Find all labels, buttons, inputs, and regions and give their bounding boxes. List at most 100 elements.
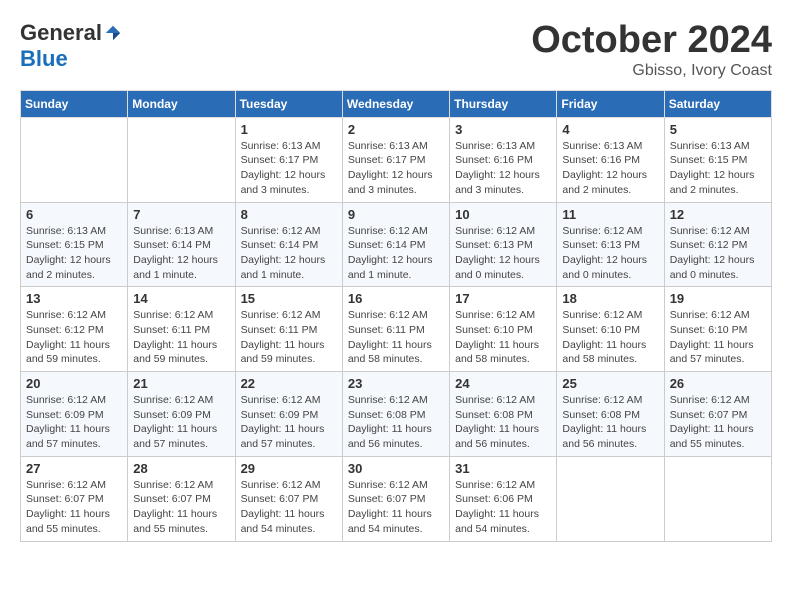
day-detail: Sunrise: 6:12 AM Sunset: 6:07 PM Dayligh… bbox=[26, 478, 122, 537]
weekday-header-cell: Thursday bbox=[450, 90, 557, 117]
day-detail: Sunrise: 6:12 AM Sunset: 6:11 PM Dayligh… bbox=[133, 308, 229, 367]
day-number: 13 bbox=[26, 291, 122, 306]
day-detail: Sunrise: 6:13 AM Sunset: 6:17 PM Dayligh… bbox=[241, 139, 337, 198]
weekday-header-row: SundayMondayTuesdayWednesdayThursdayFrid… bbox=[21, 90, 772, 117]
calendar-day-cell: 11 Sunrise: 6:12 AM Sunset: 6:13 PM Dayli… bbox=[557, 202, 664, 287]
day-detail: Sunrise: 6:12 AM Sunset: 6:07 PM Dayligh… bbox=[241, 478, 337, 537]
day-detail: Sunrise: 6:13 AM Sunset: 6:16 PM Dayligh… bbox=[455, 139, 551, 198]
calendar-day-cell: 14 Sunrise: 6:12 AM Sunset: 6:11 PM Dayli… bbox=[128, 287, 235, 372]
calendar-day-cell: 4Sunrise: 6:13 AM Sunset: 6:16 PM Daylig… bbox=[557, 117, 664, 202]
day-number: 8 bbox=[241, 207, 337, 222]
day-detail: Sunrise: 6:12 AM Sunset: 6:12 PM Dayligh… bbox=[670, 224, 766, 283]
day-number: 2 bbox=[348, 122, 444, 137]
day-detail: Sunrise: 6:12 AM Sunset: 6:07 PM Dayligh… bbox=[348, 478, 444, 537]
day-detail: Sunrise: 6:12 AM Sunset: 6:09 PM Dayligh… bbox=[133, 393, 229, 452]
calendar-week-row: 13 Sunrise: 6:12 AM Sunset: 6:12 PM Dayli… bbox=[21, 287, 772, 372]
calendar-day-cell: 9 Sunrise: 6:12 AM Sunset: 6:14 PM Daylig… bbox=[342, 202, 449, 287]
day-number: 20 bbox=[26, 376, 122, 391]
calendar-week-row: 27Sunrise: 6:12 AM Sunset: 6:07 PM Dayli… bbox=[21, 456, 772, 541]
calendar-day-cell: 2 Sunrise: 6:13 AM Sunset: 6:17 PM Daylig… bbox=[342, 117, 449, 202]
day-number: 12 bbox=[670, 207, 766, 222]
day-number: 1 bbox=[241, 122, 337, 137]
day-number: 28 bbox=[133, 461, 229, 476]
calendar-day-cell: 20Sunrise: 6:12 AM Sunset: 6:09 PM Dayli… bbox=[21, 372, 128, 457]
day-number: 22 bbox=[241, 376, 337, 391]
calendar-day-cell: 17Sunrise: 6:12 AM Sunset: 6:10 PM Dayli… bbox=[450, 287, 557, 372]
calendar-day-cell: 3 Sunrise: 6:13 AM Sunset: 6:16 PM Daylig… bbox=[450, 117, 557, 202]
day-number: 3 bbox=[455, 122, 551, 137]
day-number: 6 bbox=[26, 207, 122, 222]
calendar-day-cell: 23Sunrise: 6:12 AM Sunset: 6:08 PM Dayli… bbox=[342, 372, 449, 457]
calendar-day-cell: 16Sunrise: 6:12 AM Sunset: 6:11 PM Dayli… bbox=[342, 287, 449, 372]
logo-icon bbox=[104, 24, 122, 42]
calendar-week-row: 6Sunrise: 6:13 AM Sunset: 6:15 PM Daylig… bbox=[21, 202, 772, 287]
calendar-day-cell: 12 Sunrise: 6:12 AM Sunset: 6:12 PM Dayli… bbox=[664, 202, 771, 287]
day-detail: Sunrise: 6:12 AM Sunset: 6:14 PM Dayligh… bbox=[241, 224, 337, 283]
day-detail: Sunrise: 6:12 AM Sunset: 6:10 PM Dayligh… bbox=[455, 308, 551, 367]
day-number: 10 bbox=[455, 207, 551, 222]
weekday-header-cell: Saturday bbox=[664, 90, 771, 117]
day-detail: Sunrise: 6:12 AM Sunset: 6:08 PM Dayligh… bbox=[562, 393, 658, 452]
day-number: 30 bbox=[348, 461, 444, 476]
logo-general-text: General bbox=[20, 20, 102, 46]
day-number: 11 bbox=[562, 207, 658, 222]
day-number: 14 bbox=[133, 291, 229, 306]
calendar-body: 1 Sunrise: 6:13 AM Sunset: 6:17 PM Daylig… bbox=[21, 117, 772, 541]
day-number: 18 bbox=[562, 291, 658, 306]
day-number: 16 bbox=[348, 291, 444, 306]
day-number: 5 bbox=[670, 122, 766, 137]
calendar-day-cell bbox=[128, 117, 235, 202]
day-detail: Sunrise: 6:12 AM Sunset: 6:14 PM Dayligh… bbox=[348, 224, 444, 283]
month-title: October 2024 bbox=[531, 20, 772, 62]
calendar-day-cell: 15 Sunrise: 6:12 AM Sunset: 6:11 PM Dayli… bbox=[235, 287, 342, 372]
day-number: 21 bbox=[133, 376, 229, 391]
calendar-day-cell: 1 Sunrise: 6:13 AM Sunset: 6:17 PM Daylig… bbox=[235, 117, 342, 202]
day-number: 26 bbox=[670, 376, 766, 391]
calendar-day-cell: 7 Sunrise: 6:13 AM Sunset: 6:14 PM Daylig… bbox=[128, 202, 235, 287]
day-detail: Sunrise: 6:12 AM Sunset: 6:09 PM Dayligh… bbox=[241, 393, 337, 452]
calendar-day-cell: 5 Sunrise: 6:13 AM Sunset: 6:15 PM Daylig… bbox=[664, 117, 771, 202]
calendar-day-cell: 22 Sunrise: 6:12 AM Sunset: 6:09 PM Dayli… bbox=[235, 372, 342, 457]
day-detail: Sunrise: 6:12 AM Sunset: 6:08 PM Dayligh… bbox=[455, 393, 551, 452]
day-detail: Sunrise: 6:12 AM Sunset: 6:07 PM Dayligh… bbox=[670, 393, 766, 452]
weekday-header-cell: Monday bbox=[128, 90, 235, 117]
calendar-day-cell: 28 Sunrise: 6:12 AM Sunset: 6:07 PM Dayli… bbox=[128, 456, 235, 541]
day-number: 29 bbox=[241, 461, 337, 476]
calendar-day-cell: 31Sunrise: 6:12 AM Sunset: 6:06 PM Dayli… bbox=[450, 456, 557, 541]
day-detail: Sunrise: 6:12 AM Sunset: 6:11 PM Dayligh… bbox=[241, 308, 337, 367]
calendar-day-cell: 29 Sunrise: 6:12 AM Sunset: 6:07 PM Dayli… bbox=[235, 456, 342, 541]
calendar-day-cell: 24 Sunrise: 6:12 AM Sunset: 6:08 PM Dayli… bbox=[450, 372, 557, 457]
calendar-day-cell: 10Sunrise: 6:12 AM Sunset: 6:13 PM Dayli… bbox=[450, 202, 557, 287]
day-number: 24 bbox=[455, 376, 551, 391]
calendar-day-cell: 27Sunrise: 6:12 AM Sunset: 6:07 PM Dayli… bbox=[21, 456, 128, 541]
calendar-table: SundayMondayTuesdayWednesdayThursdayFrid… bbox=[20, 90, 772, 542]
day-number: 9 bbox=[348, 207, 444, 222]
day-detail: Sunrise: 6:12 AM Sunset: 6:10 PM Dayligh… bbox=[670, 308, 766, 367]
calendar-day-cell: 13 Sunrise: 6:12 AM Sunset: 6:12 PM Dayli… bbox=[21, 287, 128, 372]
day-detail: Sunrise: 6:12 AM Sunset: 6:13 PM Dayligh… bbox=[562, 224, 658, 283]
calendar-day-cell: 8 Sunrise: 6:12 AM Sunset: 6:14 PM Daylig… bbox=[235, 202, 342, 287]
day-number: 25 bbox=[562, 376, 658, 391]
calendar-day-cell: 21 Sunrise: 6:12 AM Sunset: 6:09 PM Dayli… bbox=[128, 372, 235, 457]
weekday-header-cell: Sunday bbox=[21, 90, 128, 117]
day-detail: Sunrise: 6:13 AM Sunset: 6:16 PM Dayligh… bbox=[562, 139, 658, 198]
logo: General Blue bbox=[20, 20, 122, 72]
day-detail: Sunrise: 6:13 AM Sunset: 6:15 PM Dayligh… bbox=[670, 139, 766, 198]
weekday-header-cell: Friday bbox=[557, 90, 664, 117]
weekday-header-cell: Wednesday bbox=[342, 90, 449, 117]
calendar-day-cell: 25 Sunrise: 6:12 AM Sunset: 6:08 PM Dayli… bbox=[557, 372, 664, 457]
day-detail: Sunrise: 6:13 AM Sunset: 6:14 PM Dayligh… bbox=[133, 224, 229, 283]
day-detail: Sunrise: 6:12 AM Sunset: 6:07 PM Dayligh… bbox=[133, 478, 229, 537]
title-area: October 2024 Gbisso, Ivory Coast bbox=[531, 20, 772, 80]
day-number: 15 bbox=[241, 291, 337, 306]
day-number: 23 bbox=[348, 376, 444, 391]
calendar-day-cell: 30 Sunrise: 6:12 AM Sunset: 6:07 PM Dayli… bbox=[342, 456, 449, 541]
logo-blue-text: Blue bbox=[20, 46, 68, 72]
calendar-day-cell bbox=[664, 456, 771, 541]
weekday-header-cell: Tuesday bbox=[235, 90, 342, 117]
day-number: 7 bbox=[133, 207, 229, 222]
calendar-day-cell: 18Sunrise: 6:12 AM Sunset: 6:10 PM Dayli… bbox=[557, 287, 664, 372]
day-detail: Sunrise: 6:12 AM Sunset: 6:12 PM Dayligh… bbox=[26, 308, 122, 367]
day-detail: Sunrise: 6:13 AM Sunset: 6:17 PM Dayligh… bbox=[348, 139, 444, 198]
day-number: 19 bbox=[670, 291, 766, 306]
